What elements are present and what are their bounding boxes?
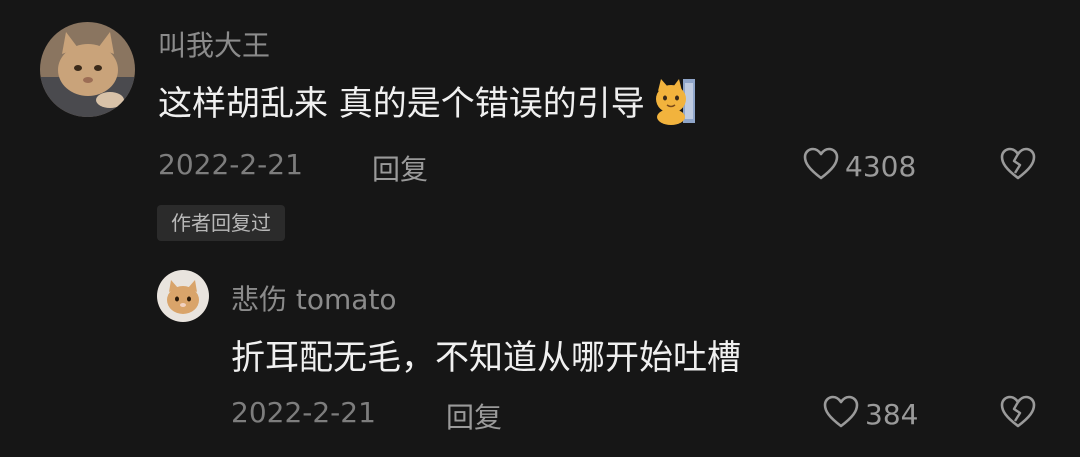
broken-heart-icon[interactable] xyxy=(1000,147,1036,185)
reply-reply-button[interactable]: 回复 xyxy=(446,396,502,436)
cat-avatar-icon xyxy=(157,270,209,322)
reply-avatar[interactable] xyxy=(157,270,209,322)
heart-icon xyxy=(803,147,839,185)
cat-avatar-icon xyxy=(40,22,135,117)
reply-username[interactable]: 悲伤 tomato xyxy=(231,278,397,318)
author-replied-badge: 作者回复过 xyxy=(157,205,285,241)
comment-text-content: 这样胡乱来 真的是个错误的引导 xyxy=(158,84,645,124)
like-count: 4308 xyxy=(845,149,917,183)
reply-button[interactable]: 回复 xyxy=(372,148,428,188)
like-button[interactable]: 4308 xyxy=(803,147,916,185)
heart-icon xyxy=(823,395,859,433)
comment-username[interactable]: 叫我大王 xyxy=(158,24,270,64)
comment-text: 这样胡乱来 真的是个错误的引导 xyxy=(158,76,697,125)
cat-emoji-icon xyxy=(653,77,697,125)
reply-text: 折耳配无毛，不知道从哪开始吐槽 xyxy=(231,338,741,378)
broken-heart-icon[interactable] xyxy=(1000,395,1036,433)
reply-like-count: 384 xyxy=(865,397,919,431)
avatar[interactable] xyxy=(40,22,135,117)
comment-date: 2022-2-21 xyxy=(158,148,303,181)
reply-date: 2022-2-21 xyxy=(231,396,376,429)
reply-like-button[interactable]: 384 xyxy=(823,395,918,433)
